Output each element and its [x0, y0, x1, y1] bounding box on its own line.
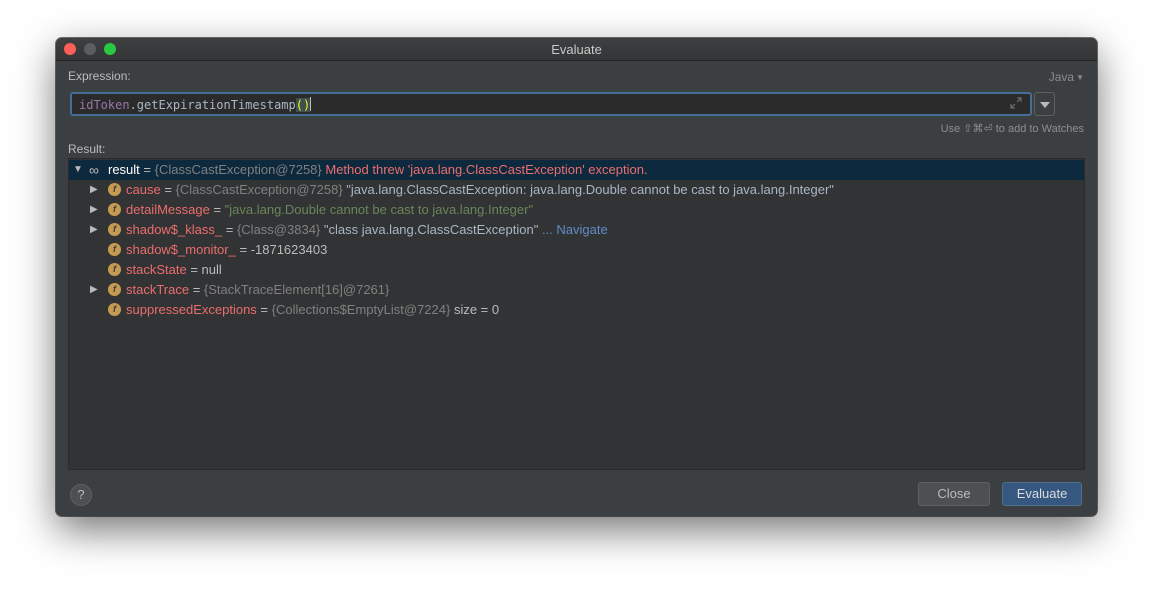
field-eq: = [235, 242, 251, 257]
close-button[interactable]: Close [918, 482, 990, 506]
result-name: result [108, 162, 140, 177]
evaluate-dialog: Evaluate Expression: Java ▼ idToken.getEx… [56, 38, 1097, 516]
add-to-watches-hint: Use ⇧⌘⏎ to add to Watches [940, 123, 1084, 135]
field-eq: = [256, 302, 272, 317]
window-title: Evaluate [551, 42, 602, 57]
language-select-value: Java [1048, 70, 1075, 84]
help-button[interactable]: ? [70, 484, 92, 506]
expression-label: Expression: [68, 69, 131, 83]
tree-row-result[interactable]: ▼ ∞ result = {ClassCastException@7258} M… [69, 160, 1084, 180]
field-text: detailMessage = "java.lang.Double cannot… [126, 200, 533, 220]
result-ref: {ClassCastException@7258} [154, 162, 322, 177]
navigate-link[interactable]: ... Navigate [538, 222, 608, 237]
dropdown-arrow-icon [1040, 102, 1050, 108]
collapsed-icon[interactable]: ▶ [90, 280, 100, 300]
field-icon: f [108, 263, 121, 276]
expression-history-button[interactable] [1034, 92, 1055, 116]
field-eq: = [186, 262, 202, 277]
evaluate-button[interactable]: Evaluate [1002, 482, 1082, 506]
field-eq: = [160, 182, 176, 197]
tree-row-shadow-klass[interactable]: ▶ f shadow$_klass_ = {Class@3834} "class… [69, 220, 1084, 240]
expression-parens: () [295, 98, 311, 112]
field-ref: {StackTraceElement[16]@7261} [203, 282, 390, 297]
expand-icon[interactable] [1010, 97, 1022, 109]
field-ref: {Class@3834} [236, 222, 321, 237]
collapsed-icon[interactable]: ▶ [90, 200, 100, 220]
field-value: null [201, 262, 222, 277]
field-icon: f [108, 223, 121, 236]
field-text: stackTrace = {StackTraceElement[16]@7261… [126, 280, 389, 300]
tree-row-cause[interactable]: ▶ f cause = {ClassCastException@7258} "j… [69, 180, 1084, 200]
tree-row-shadow-monitor[interactable]: f shadow$_monitor_ = -1871623403 [69, 240, 1084, 260]
field-icon: f [108, 183, 121, 196]
language-select[interactable]: Java ▼ [1049, 70, 1084, 84]
field-name: stackTrace [126, 282, 190, 297]
field-name: cause [126, 182, 161, 197]
expression-method: .getExpirationTimestamp [129, 98, 296, 112]
field-value: "java.lang.ClassCastException: java.lang… [342, 182, 834, 197]
tree-row-stack-state[interactable]: f stackState = null [69, 260, 1084, 280]
expression-input[interactable]: idToken.getExpirationTimestamp() [70, 92, 1032, 116]
tree-row-suppressed-exceptions[interactable]: f suppressedExceptions = {Collections$Em… [69, 300, 1084, 320]
tree-row-stack-trace[interactable]: ▶ f stackTrace = {StackTraceElement[16]@… [69, 280, 1084, 300]
field-icon: f [108, 243, 121, 256]
collapsed-icon[interactable]: ▶ [90, 180, 100, 200]
expanded-icon[interactable]: ▼ [73, 160, 83, 180]
field-text: shadow$_monitor_ = -1871623403 [126, 240, 327, 260]
field-value: size = 0 [450, 302, 500, 317]
result-error-message: Method threw 'java.lang.ClassCastExcepti… [321, 162, 648, 177]
text-cursor [310, 97, 312, 111]
field-name: shadow$_klass_ [126, 222, 223, 237]
field-name: suppressedExceptions [126, 302, 257, 317]
field-name: detailMessage [126, 202, 210, 217]
field-value: "java.lang.Double cannot be cast to java… [224, 202, 534, 217]
watch-result-icon: ∞ [89, 162, 99, 178]
field-value: -1871623403 [250, 242, 328, 257]
field-eq: = [189, 282, 204, 297]
field-text: cause = {ClassCastException@7258} "java.… [126, 180, 834, 200]
result-label: Result: [68, 142, 106, 156]
result-text: result = {ClassCastException@7258} Metho… [108, 160, 648, 180]
field-text: shadow$_klass_ = {Class@3834} "class jav… [126, 220, 608, 240]
field-name: shadow$_monitor_ [126, 242, 236, 257]
field-ref: {Collections$EmptyList@7224} [271, 302, 451, 317]
expression-variable: idToken [79, 98, 130, 112]
expression-text: idToken.getExpirationTimestamp() [79, 97, 312, 112]
field-icon: f [108, 303, 121, 316]
field-value: "class java.lang.ClassCastException" [320, 222, 539, 237]
field-ref: {ClassCastException@7258} [175, 182, 343, 197]
field-icon: f [108, 203, 121, 216]
result-tree[interactable]: ▼ ∞ result = {ClassCastException@7258} M… [68, 158, 1085, 470]
field-name: stackState [126, 262, 187, 277]
field-eq: = [222, 222, 237, 237]
result-eq: = [139, 162, 155, 177]
field-eq: = [209, 202, 225, 217]
tree-row-detail-message[interactable]: ▶ f detailMessage = "java.lang.Double ca… [69, 200, 1084, 220]
collapsed-icon[interactable]: ▶ [90, 220, 100, 240]
field-text: suppressedExceptions = {Collections$Empt… [126, 300, 499, 320]
chevron-down-icon: ▼ [1076, 73, 1084, 82]
field-icon: f [108, 283, 121, 296]
field-text: stackState = null [126, 260, 222, 280]
title-bar[interactable]: Evaluate [56, 38, 1097, 61]
